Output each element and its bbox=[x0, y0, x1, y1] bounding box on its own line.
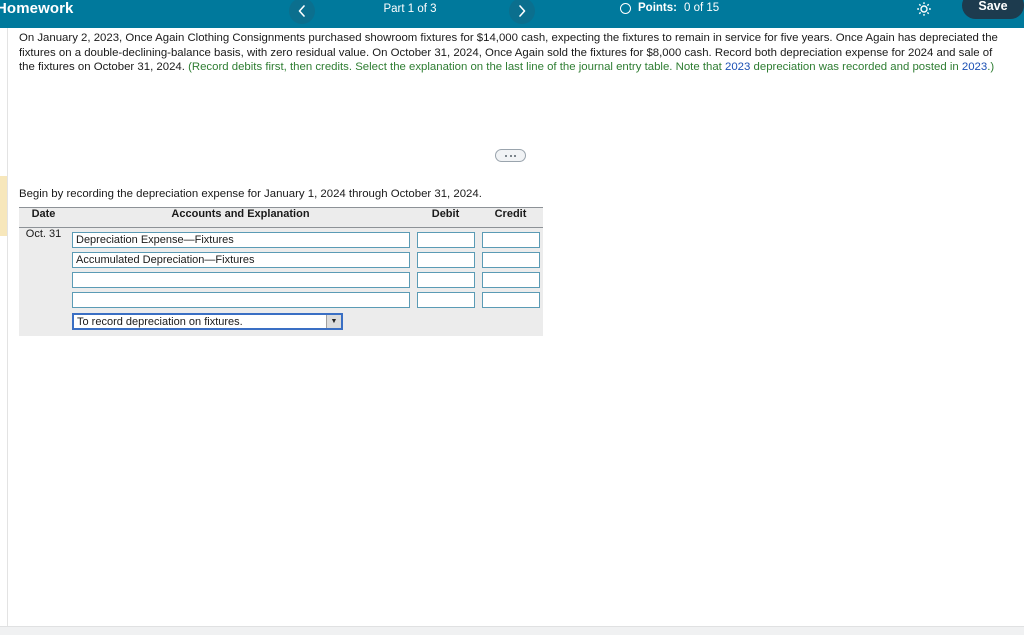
app-header: Homework Part 1 of 3 Points: 0 of 15 Sav… bbox=[0, 0, 1024, 28]
debit-explanation-spacer bbox=[413, 308, 478, 336]
caret-down-icon[interactable]: ▼ bbox=[326, 315, 341, 328]
hint-text-a: (Record debits first, then credits. Sele… bbox=[188, 61, 726, 74]
expand-more-button[interactable] bbox=[495, 149, 526, 162]
hint-year-first: 2023 bbox=[725, 61, 751, 74]
circle-icon bbox=[620, 2, 631, 14]
journal-entry-table: Date Accounts and Explanation Debit Cred… bbox=[19, 207, 543, 336]
accounts-cell: To record depreciation on fixtures. ▼ bbox=[68, 227, 413, 336]
gear-icon bbox=[917, 2, 931, 16]
account-input-row-1[interactable] bbox=[72, 232, 410, 248]
hint-year-second: 2023 bbox=[961, 61, 988, 74]
credit-field-stack bbox=[478, 228, 543, 308]
explanation-select[interactable]: To record depreciation on fixtures. ▼ bbox=[72, 313, 343, 330]
debit-input-row-4[interactable] bbox=[417, 292, 475, 308]
credit-explanation-spacer bbox=[478, 308, 543, 336]
points-label: Points: bbox=[638, 2, 677, 14]
debit-field-stack bbox=[413, 228, 478, 308]
credit-input-row-4[interactable] bbox=[482, 292, 540, 308]
credit-cell bbox=[478, 227, 543, 336]
debit-input-row-2[interactable] bbox=[417, 252, 475, 268]
column-header-accounts: Accounts and Explanation bbox=[68, 207, 413, 228]
column-header-credit: Credit bbox=[478, 207, 543, 228]
points-indicator: Points: 0 of 15 bbox=[620, 2, 719, 14]
part-indicator: Part 1 of 3 bbox=[383, 3, 437, 15]
credit-input-row-3[interactable] bbox=[482, 272, 540, 288]
table-entry-row: Oct. 31 To record depreciation on fixtur… bbox=[19, 227, 543, 336]
chevron-left-icon bbox=[298, 5, 305, 17]
debit-cell bbox=[413, 227, 478, 336]
explanation-selected-value: To record depreciation on fixtures. bbox=[77, 316, 243, 328]
settings-button[interactable] bbox=[914, 0, 934, 19]
debit-input-row-3[interactable] bbox=[417, 272, 475, 288]
hint-text-c: .) bbox=[987, 61, 995, 74]
step-instruction: Begin by recording the depreciation expe… bbox=[19, 188, 482, 200]
account-input-row-3[interactable] bbox=[72, 272, 410, 288]
points-value: 0 of 15 bbox=[683, 2, 720, 14]
credit-input-row-1[interactable] bbox=[482, 232, 540, 248]
ellipsis-icon bbox=[496, 150, 525, 161]
footer-bar bbox=[0, 626, 1024, 635]
save-button[interactable]: Save bbox=[962, 0, 1024, 19]
chevron-right-icon bbox=[519, 5, 526, 17]
debit-input-row-1[interactable] bbox=[417, 232, 475, 248]
account-input-row-4[interactable] bbox=[72, 292, 410, 308]
explanation-row: To record depreciation on fixtures. ▼ bbox=[68, 308, 413, 336]
entry-date-cell: Oct. 31 bbox=[19, 227, 68, 336]
next-part-button[interactable] bbox=[509, 0, 535, 24]
account-input-row-2[interactable] bbox=[72, 252, 410, 268]
content-left-rule bbox=[7, 28, 8, 635]
previous-part-button[interactable] bbox=[289, 0, 315, 24]
hint-text-b: depreciation was recorded and posted in bbox=[750, 61, 962, 74]
problem-statement: On January 2, 2023, Once Again Clothing … bbox=[19, 31, 1011, 75]
section-marker bbox=[0, 176, 7, 236]
credit-input-row-2[interactable] bbox=[482, 252, 540, 268]
column-header-date: Date bbox=[19, 207, 68, 228]
column-header-debit: Debit bbox=[413, 207, 478, 228]
account-field-stack bbox=[68, 228, 413, 308]
page-title: Homework bbox=[0, 0, 74, 17]
table-header-row: Date Accounts and Explanation Debit Cred… bbox=[19, 207, 543, 228]
